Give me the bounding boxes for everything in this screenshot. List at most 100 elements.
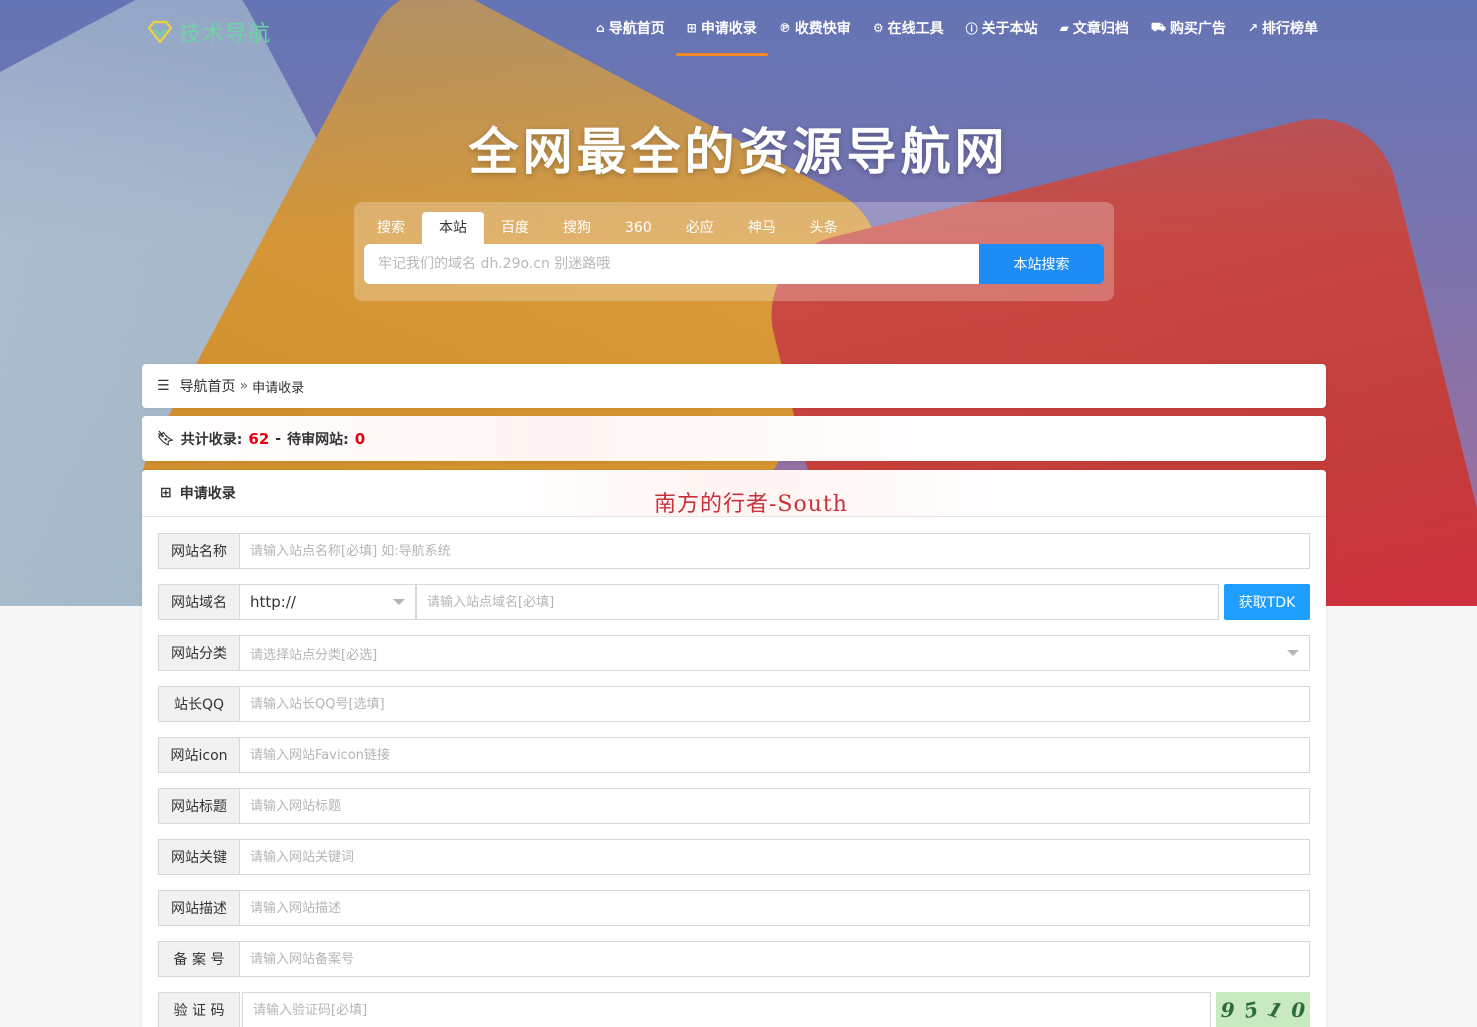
nav-home-label: 导航首页	[608, 21, 665, 37]
nav-archive-label: 文章归档	[1072, 21, 1129, 37]
captcha-input[interactable]	[242, 992, 1211, 1027]
domain-input[interactable]	[416, 584, 1219, 620]
search-tab-shenma[interactable]: 神马	[731, 212, 793, 244]
category-select[interactable]: 请选择站点分类[必选]	[240, 635, 1310, 671]
nav-ranking-label: 排行榜单	[1262, 21, 1318, 37]
row-title: 网站标题	[158, 788, 1310, 824]
watermark-text: 南方的行者-South	[654, 492, 848, 517]
description-input[interactable]	[240, 890, 1310, 926]
row-keywords: 网站关键	[158, 839, 1310, 875]
site-search-button[interactable]: 本站搜索	[979, 244, 1104, 284]
protocol-value: http://	[250, 593, 296, 611]
fetch-tdk-button[interactable]: 获取TDK	[1224, 584, 1310, 620]
shopping-cart-icon: ⛟	[1150, 20, 1166, 34]
top-navigation: 技术导航 ⌂ 导航首页 ⊞ 申请收录 ℗ 收费快审 ⚙ 在线工具 ⓘ 关于本站 ▰ 文章归档…	[0, 0, 1477, 56]
diamond-icon	[147, 20, 173, 44]
category-label: 网站分类	[158, 635, 240, 671]
row-captcha: 验 证 码 9 5 1 0	[158, 992, 1310, 1027]
chevron-down-icon	[1287, 650, 1299, 656]
favicon-input[interactable]	[240, 737, 1310, 773]
line-chart-icon: ↗	[1247, 21, 1258, 35]
search-tab-search[interactable]: 搜索	[360, 212, 422, 244]
icon-label: 网站icon	[158, 737, 240, 773]
keywords-label: 网站关键	[158, 839, 240, 875]
bookmark-icon: 🔖︎	[157, 430, 175, 447]
nav-paid-review[interactable]: ℗ 收费快审	[768, 0, 862, 56]
search-input[interactable]	[364, 244, 979, 284]
domain-label: 网站域名	[158, 584, 240, 620]
nav-online-tools[interactable]: ⚙ 在线工具	[862, 0, 955, 56]
site-logo[interactable]: 技术导航	[147, 16, 271, 48]
search-box: 搜索 本站 百度 搜狗 360 必应 神马 头条 本站搜索	[354, 202, 1114, 301]
nav-about[interactable]: ⓘ 关于本站	[955, 0, 1049, 56]
paypal-icon: ℗	[778, 21, 791, 35]
nav-about-label: 关于本站	[981, 21, 1038, 37]
site-name-label: 网站名称	[158, 533, 240, 569]
captcha-char: 5	[1241, 996, 1261, 1024]
category-placeholder: 请选择站点分类[必选]	[250, 647, 378, 663]
nav-ranking[interactable]: ↗ 排行榜单	[1237, 0, 1329, 56]
search-tab-baidu[interactable]: 百度	[484, 212, 546, 244]
icp-label: 备 案 号	[158, 941, 240, 977]
site-name-input[interactable]	[240, 533, 1310, 569]
protocol-select[interactable]: http://	[240, 584, 416, 620]
row-icon: 网站icon	[158, 737, 1310, 773]
search-tab-bing[interactable]: 必应	[669, 212, 731, 244]
row-domain: 网站域名 http:// 获取TDK	[158, 584, 1310, 620]
site-title-input[interactable]	[240, 788, 1310, 824]
breadcrumb-home-link[interactable]: 导航首页	[180, 376, 236, 396]
pending-count: 0	[354, 429, 366, 448]
qq-label: 站长QQ	[158, 686, 240, 722]
nav-ads-label: 购买广告	[1169, 21, 1226, 37]
stats-bar: 🔖︎ 共计收录: 62 - 待审网站: 0	[142, 416, 1326, 461]
site-name: 技术导航	[179, 22, 272, 47]
nav-submit-label: 申请收录	[700, 21, 757, 37]
pending-label: 待审网站:	[287, 431, 349, 448]
nav-home[interactable]: ⌂ 导航首页	[585, 0, 676, 56]
nav-tools-label: 在线工具	[887, 21, 944, 37]
icp-input[interactable]	[240, 941, 1310, 977]
description-label: 网站描述	[158, 890, 240, 926]
search-engine-tabs: 搜索 本站 百度 搜狗 360 必应 神马 头条	[360, 212, 855, 244]
nav-submit-site[interactable]: ⊞ 申请收录	[675, 0, 768, 56]
home-icon: ⌂	[596, 21, 605, 35]
row-qq: 站长QQ	[158, 686, 1310, 722]
form-header: ⊞ 申请收录 南方的行者-South	[142, 470, 1326, 517]
form-title: 申请收录	[179, 486, 236, 502]
nav-archive[interactable]: ▰ 文章归档	[1049, 0, 1140, 56]
captcha-label: 验 证 码	[158, 992, 240, 1027]
search-tab-site[interactable]: 本站	[422, 212, 484, 244]
main-menu: ⌂ 导航首页 ⊞ 申请收录 ℗ 收费快审 ⚙ 在线工具 ⓘ 关于本站 ▰ 文章归档 ⛟ 购买广…	[585, 0, 1329, 56]
plus-square-icon: ⊞	[686, 21, 697, 35]
total-count: 62	[248, 429, 270, 448]
submit-form-panel: ⊞ 申请收录 南方的行者-South 网站名称 网站域名 http:// 获取T…	[142, 470, 1326, 1027]
row-site-name: 网站名称	[158, 533, 1310, 569]
captcha-image[interactable]: 9 5 1 0	[1216, 992, 1310, 1027]
gears-icon: ⚙	[872, 21, 884, 35]
search-tab-toutiao[interactable]: 头条	[793, 212, 855, 244]
row-category: 网站分类 请选择站点分类[必选]	[158, 635, 1310, 671]
qq-input[interactable]	[240, 686, 1310, 722]
captcha-char: 1	[1264, 996, 1286, 1024]
bars-icon: ☰	[157, 378, 170, 394]
stats-dash: -	[275, 430, 282, 447]
search-tab-sogou[interactable]: 搜狗	[546, 212, 608, 244]
nav-paid-label: 收费快审	[794, 21, 851, 37]
nav-buy-ads[interactable]: ⛟ 购买广告	[1140, 0, 1237, 56]
title-label: 网站标题	[158, 788, 240, 824]
row-description: 网站描述	[158, 890, 1310, 926]
keywords-input[interactable]	[240, 839, 1310, 875]
info-circle-icon: ⓘ	[965, 21, 978, 36]
chevron-down-icon	[393, 599, 405, 605]
hero-headline: 全网最全的资源导航网	[468, 123, 1009, 181]
captcha-char: 0	[1291, 998, 1306, 1022]
breadcrumb-separator: »	[239, 378, 249, 394]
row-icp: 备 案 号	[158, 941, 1310, 977]
captcha-char: 9	[1220, 998, 1235, 1022]
plus-square-icon: ⊞	[160, 485, 172, 501]
breadcrumb-current: 申请收录	[252, 380, 305, 396]
total-label: 共计收录:	[180, 431, 243, 448]
breadcrumb: ☰ 导航首页 » 申请收录	[142, 364, 1326, 408]
folder-open-icon: ▰	[1059, 21, 1069, 35]
search-tab-360[interactable]: 360	[608, 212, 669, 244]
